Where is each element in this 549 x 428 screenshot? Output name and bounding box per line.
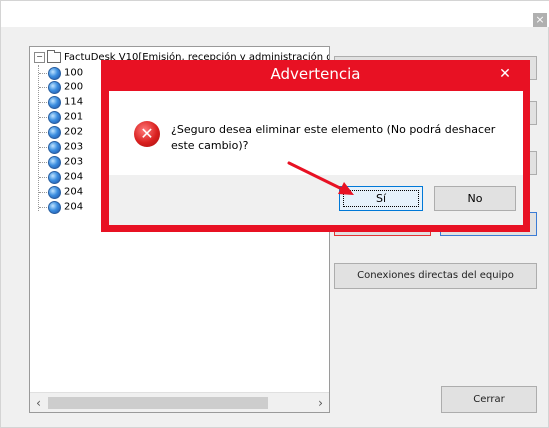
globe-icon — [48, 156, 61, 169]
globe-icon — [48, 111, 61, 124]
folder-icon — [47, 49, 61, 63]
no-button-label: No — [467, 192, 483, 205]
globe-icon — [48, 171, 61, 184]
focus-ring — [343, 190, 419, 207]
scrollbar-thumb[interactable] — [48, 397, 268, 409]
conexiones-directas-button[interactable]: Conexiones directas del equipo — [334, 263, 537, 289]
tree-item[interactable]: 200 — [39, 81, 83, 94]
tree-item[interactable]: 114 — [39, 96, 83, 109]
window-close-icon[interactable]: × — [533, 13, 547, 27]
tree-item[interactable]: 203 — [39, 156, 83, 169]
tree-item[interactable]: 204 — [39, 186, 83, 199]
horizontal-scrollbar[interactable]: ‹ › — [30, 392, 329, 412]
globe-icon — [48, 81, 61, 94]
window-titlebar — [1, 1, 549, 27]
tree-item[interactable]: 100 — [39, 67, 83, 80]
error-icon: ✕ — [134, 121, 160, 147]
dialog-message: ¿Seguro desea eliminar este elemento (No… — [171, 123, 496, 152]
warning-dialog: Advertencia ✕ ✕ ¿Seguro desea eliminar e… — [101, 60, 530, 232]
dialog-button-bar: Sí No — [109, 175, 523, 225]
dialog-title: Advertencia — [270, 65, 361, 83]
tree-item[interactable]: 201 — [39, 111, 83, 124]
globe-icon — [48, 141, 61, 154]
dialog-close-icon[interactable]: ✕ — [486, 62, 524, 86]
no-button[interactable]: No — [434, 186, 516, 211]
cerrar-button[interactable]: Cerrar — [441, 386, 537, 413]
scroll-right-icon[interactable]: › — [312, 393, 329, 413]
globe-icon — [48, 201, 61, 214]
yes-button[interactable]: Sí — [339, 186, 423, 211]
dialog-body: ✕ ¿Seguro desea eliminar este elemento (… — [109, 91, 523, 225]
tree-item[interactable]: 203 — [39, 141, 83, 154]
collapse-icon[interactable]: − — [34, 51, 45, 63]
scroll-left-icon[interactable]: ‹ — [30, 393, 47, 413]
globe-icon — [48, 126, 61, 139]
tree-item[interactable]: 204 — [39, 201, 83, 214]
globe-icon — [48, 67, 61, 80]
globe-icon — [48, 96, 61, 109]
globe-icon — [48, 186, 61, 199]
tree-item[interactable]: 204 — [39, 171, 83, 184]
dialog-message-area: ✕ ¿Seguro desea eliminar este elemento (… — [109, 91, 523, 175]
tree-item[interactable]: 202 — [39, 126, 83, 139]
